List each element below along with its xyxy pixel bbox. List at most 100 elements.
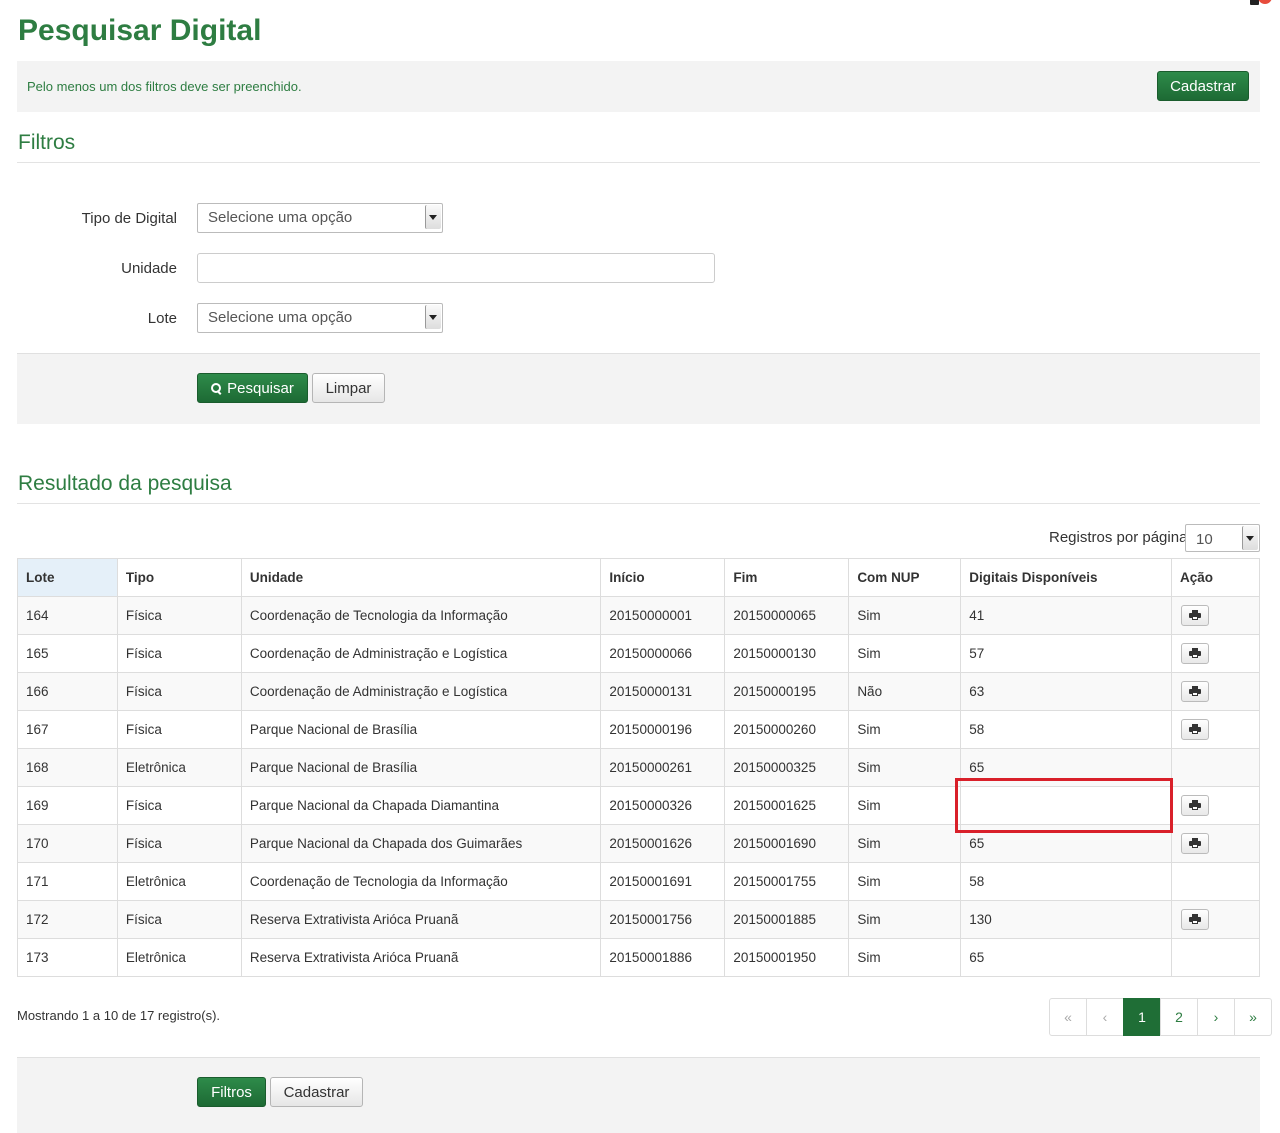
bell-icon[interactable] xyxy=(1250,0,1272,6)
column-header-fim[interactable]: Fim xyxy=(724,558,850,597)
last-page-button[interactable]: » xyxy=(1234,998,1272,1036)
table-row: 172 Física Reserva Extrativista Arióca Pru… xyxy=(17,900,1260,939)
column-header-lote[interactable]: Lote xyxy=(17,558,118,597)
per-page-label: Registros por página xyxy=(1049,529,1188,546)
cell-acao xyxy=(1171,862,1260,901)
page-title: Pesquisar Digital xyxy=(18,14,262,47)
cell-unidade: Coordenação de Tecnologia da Informação xyxy=(240,596,602,635)
bell-shape xyxy=(1250,0,1259,5)
cell-inicio: 20150000001 xyxy=(600,596,726,635)
highlight-box xyxy=(955,778,1173,833)
cell-nup: Sim xyxy=(848,634,962,673)
tipo-select[interactable]: Selecione uma opção xyxy=(197,203,443,233)
lote-label: Lote xyxy=(147,310,177,327)
column-header-digitais[interactable]: Digitais Disponíveis xyxy=(960,558,1172,597)
results-title: Resultado da pesquisa xyxy=(18,472,232,495)
cell-acao xyxy=(1171,900,1260,939)
column-header-inicio[interactable]: Início xyxy=(600,558,726,597)
filters-button[interactable]: Filtros xyxy=(197,1077,266,1107)
search-button[interactable]: Pesquisar xyxy=(197,373,308,403)
print-button[interactable] xyxy=(1181,909,1209,930)
cell-nup: Sim xyxy=(848,786,962,825)
filters-title: Filtros xyxy=(18,131,76,154)
unidade-label: Unidade xyxy=(121,260,177,277)
first-page-button[interactable]: « xyxy=(1049,998,1087,1036)
cell-nup: Sim xyxy=(848,900,962,939)
column-header-unidade[interactable]: Unidade xyxy=(240,558,602,597)
cell-digitais: 57 xyxy=(960,634,1172,673)
register-button-top[interactable]: Cadastrar xyxy=(1157,71,1249,101)
cell-lote: 170 xyxy=(17,824,118,863)
cell-lote: 172 xyxy=(17,900,118,939)
next-page-button[interactable]: › xyxy=(1197,998,1235,1036)
pagination: «‹ 1 2 ›» xyxy=(1049,998,1272,1036)
cell-nup: Sim xyxy=(848,824,962,863)
cell-digitais: 130 xyxy=(960,900,1172,939)
cell-unidade: Parque Nacional de Brasília xyxy=(240,748,602,787)
cell-acao xyxy=(1171,710,1260,749)
cell-nup: Sim xyxy=(848,710,962,749)
cell-unidade: Coordenação de Administração e Logística xyxy=(240,634,602,673)
clear-button[interactable]: Limpar xyxy=(312,373,385,403)
cell-nup: Sim xyxy=(848,862,962,901)
print-button[interactable] xyxy=(1181,795,1209,816)
cell-inicio: 20150000326 xyxy=(600,786,726,825)
cell-unidade: Reserva Extrativista Arióca Pruanã xyxy=(240,938,602,977)
cell-inicio: 20150001756 xyxy=(600,900,726,939)
table-row: 166 Física Coordenação de Administração e … xyxy=(17,672,1260,711)
cell-lote: 168 xyxy=(17,748,118,787)
cell-nup: Sim xyxy=(848,596,962,635)
per-page-select[interactable]: 10 xyxy=(1185,524,1260,552)
cell-lote: 165 xyxy=(17,634,118,673)
column-header-com-nup[interactable]: Com NUP xyxy=(848,558,962,597)
register-button-bottom[interactable]: Cadastrar xyxy=(270,1077,363,1107)
column-header-tipo[interactable]: Tipo xyxy=(116,558,242,597)
cell-fim: 20150001950 xyxy=(724,938,850,977)
unidade-input[interactable] xyxy=(197,253,715,283)
page-2-button[interactable]: 2 xyxy=(1160,998,1198,1036)
printer-icon xyxy=(1189,914,1201,924)
cell-tipo: Física xyxy=(116,710,242,749)
cell-unidade: Coordenação de Administração e Logística xyxy=(240,672,602,711)
filters-divider xyxy=(17,162,1260,163)
table-header-row: Lote Tipo Unidade Início Fim Com NUP Dig… xyxy=(17,558,1260,597)
printer-icon xyxy=(1189,838,1201,848)
cell-tipo: Física xyxy=(116,900,242,939)
cell-digitais: 65 xyxy=(960,938,1172,977)
table-row: 165 Física Coordenação de Administração e … xyxy=(17,634,1260,673)
info-message: Pelo menos um dos filtros deve ser preen… xyxy=(27,79,302,94)
cell-fim: 20150000260 xyxy=(724,710,850,749)
results-table: Lote Tipo Unidade Início Fim Com NUP Dig… xyxy=(17,558,1260,977)
table-row: 171 Eletrônica Coordenação de Tecnologia d… xyxy=(17,862,1260,901)
print-button[interactable] xyxy=(1181,719,1209,740)
cell-digitais: 58 xyxy=(960,710,1172,749)
print-button[interactable] xyxy=(1181,833,1209,854)
cell-inicio: 20150000066 xyxy=(600,634,726,673)
print-button[interactable] xyxy=(1181,605,1209,626)
cell-nup: Sim xyxy=(848,748,962,787)
lote-select[interactable]: Selecione uma opção xyxy=(197,303,443,333)
records-summary: Mostrando 1 a 10 de 17 registro(s). xyxy=(17,1008,221,1023)
printer-icon xyxy=(1189,724,1201,734)
cell-inicio: 20150000131 xyxy=(600,672,726,711)
cell-tipo: Física xyxy=(116,824,242,863)
cell-fim: 20150000195 xyxy=(724,672,850,711)
cell-unidade: Reserva Extrativista Arióca Pruanã xyxy=(240,900,602,939)
print-button[interactable] xyxy=(1181,681,1209,702)
cell-inicio: 20150000196 xyxy=(600,710,726,749)
cell-tipo: Física xyxy=(116,786,242,825)
cell-acao xyxy=(1171,672,1260,711)
cell-digitais: 58 xyxy=(960,862,1172,901)
cell-fim: 20150001755 xyxy=(724,862,850,901)
prev-page-button[interactable]: ‹ xyxy=(1086,998,1124,1036)
cell-digitais: 63 xyxy=(960,672,1172,711)
page-1-button[interactable]: 1 xyxy=(1123,998,1161,1036)
table-row: 173 Eletrônica Reserva Extrativista Arióca… xyxy=(17,938,1260,977)
results-divider xyxy=(17,503,1260,504)
cell-inicio: 20150001691 xyxy=(600,862,726,901)
print-button[interactable] xyxy=(1181,643,1209,664)
cell-inicio: 20150001886 xyxy=(600,938,726,977)
chevron-down-icon xyxy=(425,205,441,229)
cell-acao xyxy=(1171,824,1260,863)
cell-fim: 20150000130 xyxy=(724,634,850,673)
